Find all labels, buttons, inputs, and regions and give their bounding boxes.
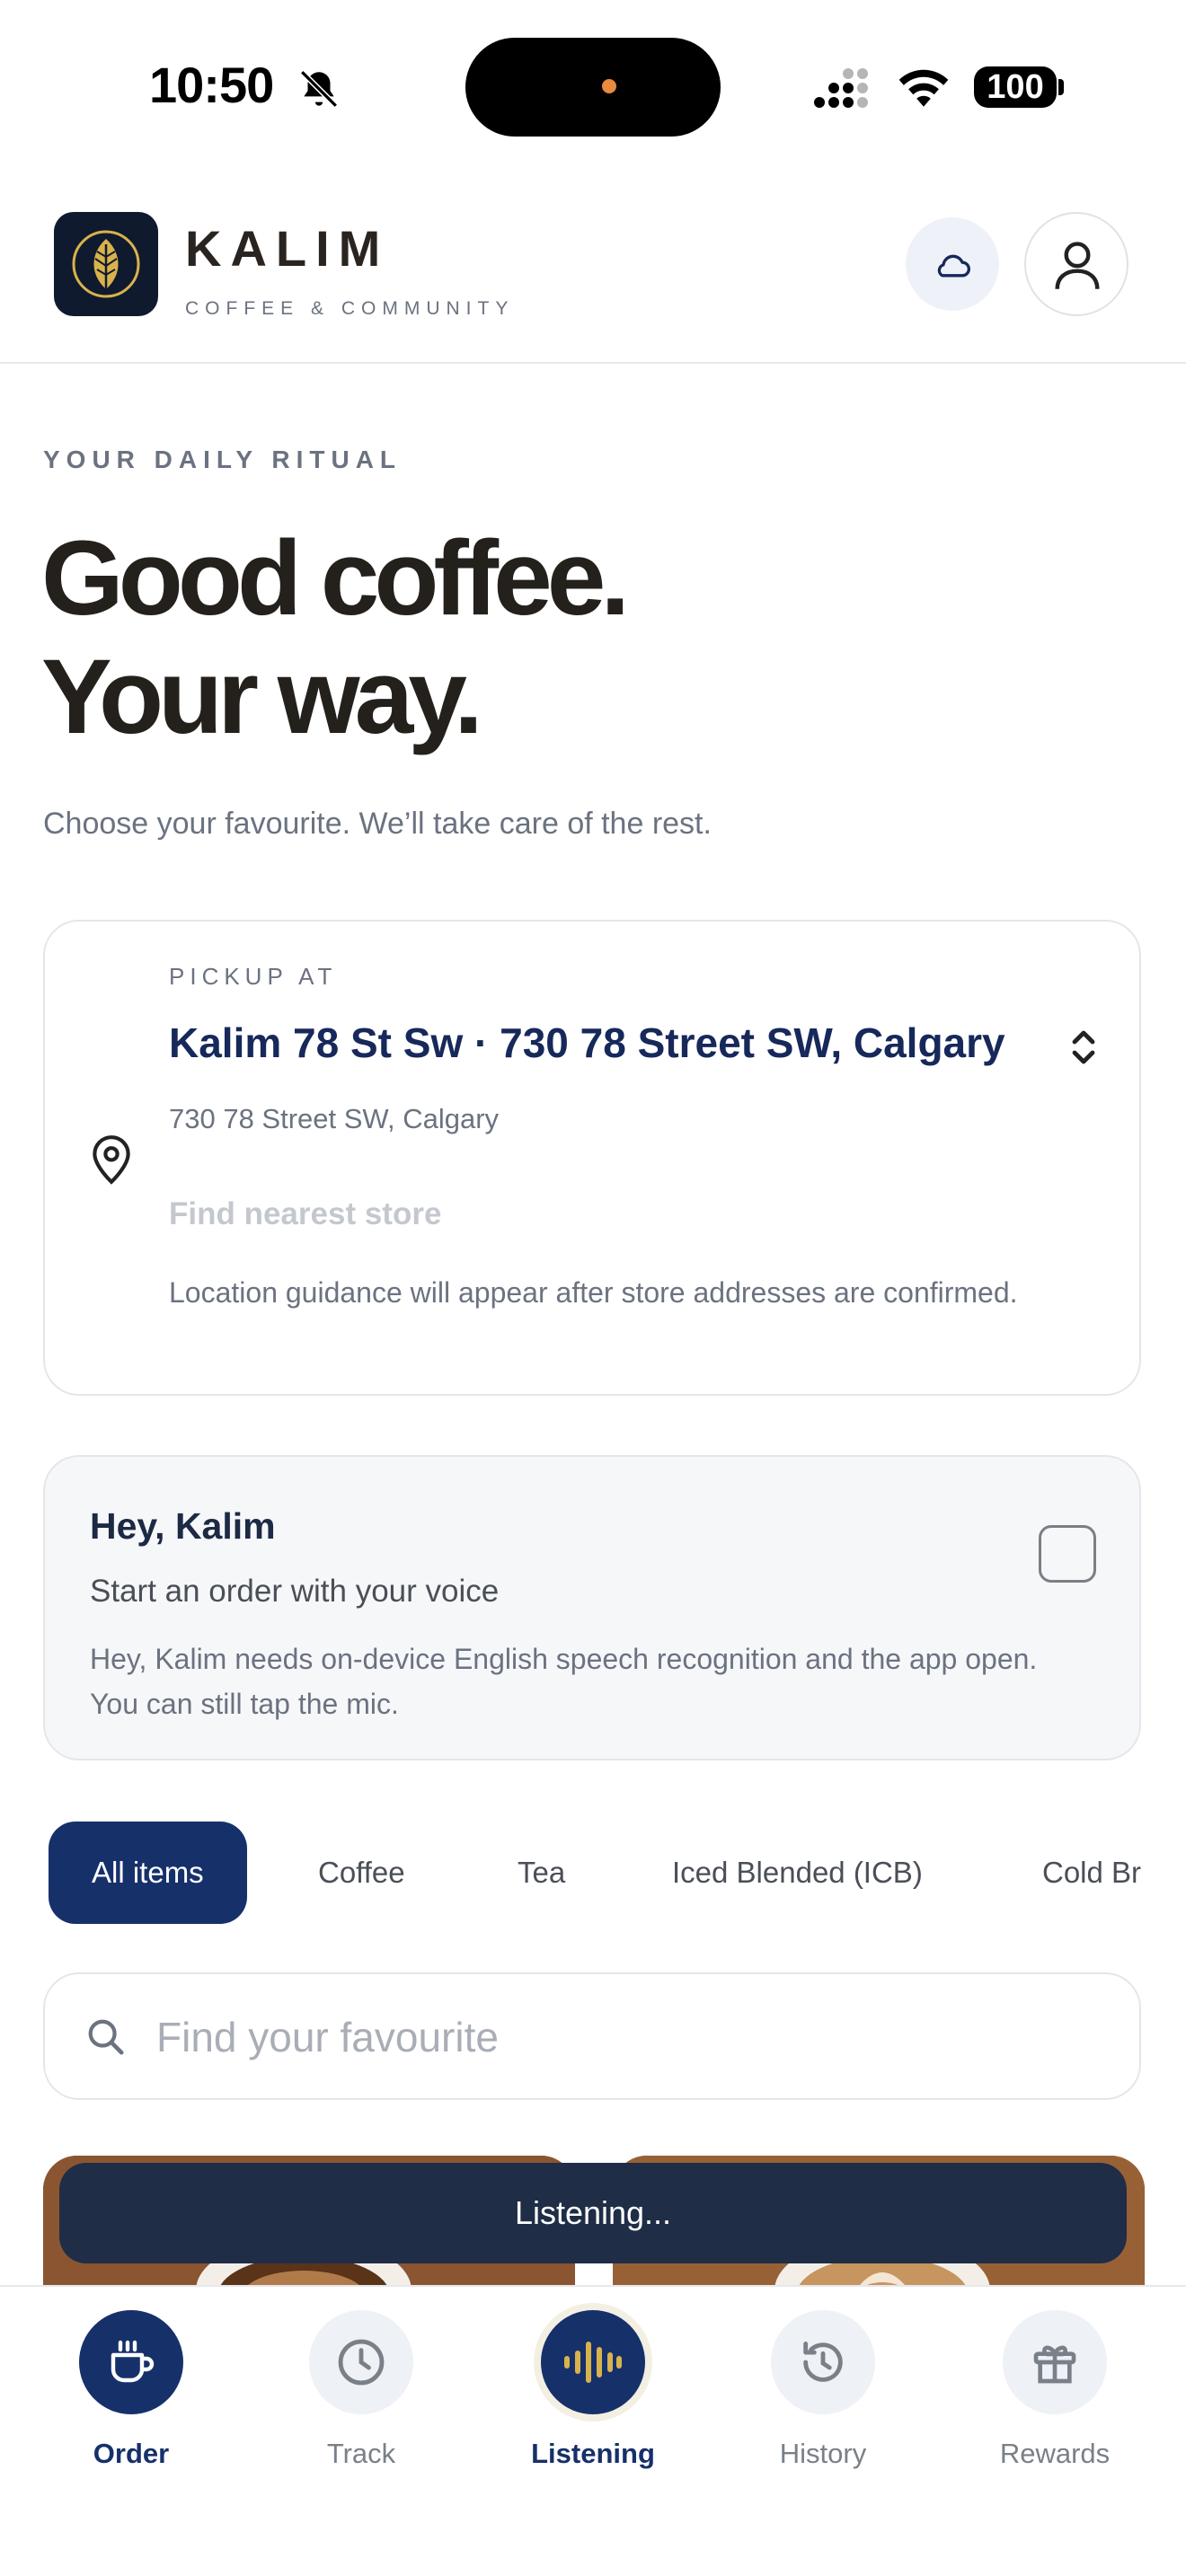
chevron-up-down-icon[interactable] [1066,1028,1102,1067]
nav-track-circle [309,2310,413,2414]
coffee-cup-icon [111,2340,155,2383]
hero-title: Good coffee. Your way. [41,519,630,756]
user-icon [1055,242,1100,289]
clock-icon [338,2339,385,2386]
nav-order-circle [79,2310,183,2414]
hero-title-line-2: Your way. [41,638,483,756]
chip-all-items[interactable]: All items [49,1822,247,1924]
voice-card-note: Hey, Kalim needs on-device English speec… [90,1643,1038,1720]
location-pin-icon [93,1135,130,1185]
brand-logo [54,212,158,316]
wifi-icon [898,69,949,107]
pickup-label: PICKUP AT [169,963,338,990]
nav-order-label: Order [93,2438,170,2469]
store-selector[interactable]: Kalim 78 St Sw · 730 78 Street SW, Calga… [169,1019,1005,1067]
chip-cold-brew[interactable]: Cold Br [1042,1822,1141,1924]
nav-listening-circle [541,2310,645,2414]
hero-title-line-1: Good coffee. [41,519,630,638]
nav-rewards-label: Rewards [999,2438,1111,2469]
nav-track[interactable]: Track [262,2310,460,2470]
dynamic-island [465,38,721,137]
nav-track-label: Track [326,2438,396,2469]
battery-indicator: 100 [974,66,1057,108]
voice-toggle-checkbox[interactable] [1039,1525,1096,1583]
chip-iced-blended[interactable]: Iced Blended (ICB) [672,1822,923,1924]
hero-subtitle: Choose your favourite. We’ll take care o… [43,807,712,841]
voice-card-title: Hey, Kalim [90,1505,276,1547]
bell-muted-icon [300,70,338,108]
nav-history-circle [771,2310,875,2414]
cloud-sync-button[interactable] [906,217,999,311]
hero-eyebrow: YOUR DAILY RITUAL [43,446,403,473]
nav-rewards-circle [1003,2310,1107,2414]
brand-name: KALIM [185,220,390,277]
profile-button[interactable] [1024,212,1128,316]
search-input[interactable] [155,2005,1093,2069]
store-address: 730 78 Street SW, Calgary [169,1103,500,1134]
voice-card-subtitle: Start an order with your voice [90,1574,500,1609]
nav-history[interactable]: History [724,2310,922,2470]
brand-tagline: COFFEE & COMMUNITY [185,298,515,319]
chip-tea[interactable]: Tea [518,1822,565,1924]
nav-rewards[interactable]: Rewards [956,2310,1154,2470]
listening-toast: Listening... [59,2163,1127,2263]
privacy-indicator [602,79,616,93]
history-icon [803,2342,843,2382]
pickup-card[interactable] [43,920,1141,1396]
search-icon [88,2019,124,2055]
nav-listening-label: Listening [531,2438,655,2469]
cellular-signal-icon [814,68,868,108]
leaf-icon [72,230,140,298]
find-nearest-store-link[interactable]: Find nearest store [169,1196,441,1232]
nav-history-label: History [779,2438,867,2469]
cloud-icon [937,254,970,278]
location-guidance: Location guidance will appear after stor… [169,1276,1018,1309]
nav-order[interactable]: Order [32,2310,230,2470]
status-time: 10:50 [149,57,274,113]
gift-icon [1033,2345,1076,2384]
voice-waveform-icon [564,2342,622,2383]
nav-listening[interactable]: Listening [494,2310,692,2470]
chip-coffee[interactable]: Coffee [318,1822,405,1924]
category-chips: All items Coffee Tea Iced Blended (ICB) … [0,1814,1141,1931]
header-divider [0,362,1186,364]
battery-tip [1058,79,1064,95]
